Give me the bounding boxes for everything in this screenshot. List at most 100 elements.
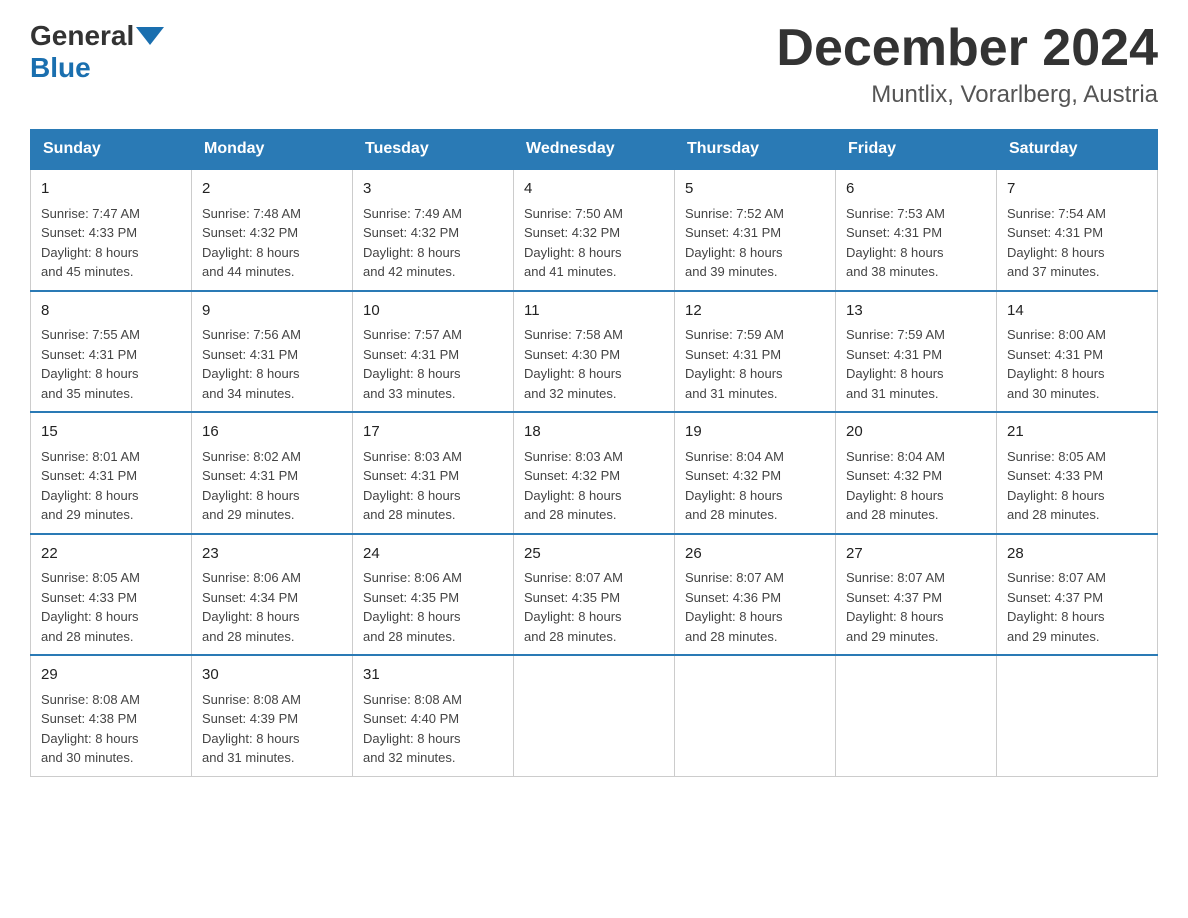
day-number: 22: [41, 543, 181, 566]
day-info: Sunrise: 7:47 AMSunset: 4:33 PMDaylight:…: [41, 206, 140, 280]
calendar-cell: 13 Sunrise: 7:59 AMSunset: 4:31 PMDaylig…: [836, 291, 997, 413]
calendar-cell: 10 Sunrise: 7:57 AMSunset: 4:31 PMDaylig…: [353, 291, 514, 413]
day-info: Sunrise: 8:01 AMSunset: 4:31 PMDaylight:…: [41, 449, 140, 523]
day-number: 17: [363, 421, 503, 444]
day-info: Sunrise: 7:49 AMSunset: 4:32 PMDaylight:…: [363, 206, 462, 280]
day-number: 2: [202, 178, 342, 201]
logo: General Blue: [30, 20, 166, 84]
day-info: Sunrise: 7:52 AMSunset: 4:31 PMDaylight:…: [685, 206, 784, 280]
calendar-cell: 11 Sunrise: 7:58 AMSunset: 4:30 PMDaylig…: [514, 291, 675, 413]
calendar-title: December 2024: [776, 20, 1158, 77]
day-info: Sunrise: 7:59 AMSunset: 4:31 PMDaylight:…: [846, 327, 945, 401]
page-header: General Blue December 2024 Muntlix, Vora…: [30, 20, 1158, 109]
day-number: 15: [41, 421, 181, 444]
header-day-sunday: Sunday: [31, 130, 192, 170]
day-number: 21: [1007, 421, 1147, 444]
day-number: 27: [846, 543, 986, 566]
day-info: Sunrise: 7:57 AMSunset: 4:31 PMDaylight:…: [363, 327, 462, 401]
day-info: Sunrise: 8:07 AMSunset: 4:37 PMDaylight:…: [1007, 570, 1106, 644]
calendar-cell: 17 Sunrise: 8:03 AMSunset: 4:31 PMDaylig…: [353, 412, 514, 534]
calendar-cell: 5 Sunrise: 7:52 AMSunset: 4:31 PMDayligh…: [675, 169, 836, 291]
day-number: 4: [524, 178, 664, 201]
day-number: 9: [202, 300, 342, 323]
day-number: 28: [1007, 543, 1147, 566]
day-info: Sunrise: 7:58 AMSunset: 4:30 PMDaylight:…: [524, 327, 623, 401]
day-info: Sunrise: 8:08 AMSunset: 4:40 PMDaylight:…: [363, 692, 462, 766]
day-number: 11: [524, 300, 664, 323]
logo-blue-text: Blue: [30, 52, 91, 83]
calendar-cell: 1 Sunrise: 7:47 AMSunset: 4:33 PMDayligh…: [31, 169, 192, 291]
calendar-cell: [514, 655, 675, 776]
calendar-week-1: 1 Sunrise: 7:47 AMSunset: 4:33 PMDayligh…: [31, 169, 1158, 291]
day-number: 18: [524, 421, 664, 444]
calendar-table: SundayMondayTuesdayWednesdayThursdayFrid…: [30, 129, 1158, 777]
calendar-cell: 6 Sunrise: 7:53 AMSunset: 4:31 PMDayligh…: [836, 169, 997, 291]
day-number: 30: [202, 664, 342, 687]
calendar-cell: 31 Sunrise: 8:08 AMSunset: 4:40 PMDaylig…: [353, 655, 514, 776]
day-number: 31: [363, 664, 503, 687]
calendar-cell: 30 Sunrise: 8:08 AMSunset: 4:39 PMDaylig…: [192, 655, 353, 776]
calendar-cell: 12 Sunrise: 7:59 AMSunset: 4:31 PMDaylig…: [675, 291, 836, 413]
calendar-week-5: 29 Sunrise: 8:08 AMSunset: 4:38 PMDaylig…: [31, 655, 1158, 776]
calendar-header-row: SundayMondayTuesdayWednesdayThursdayFrid…: [31, 130, 1158, 170]
calendar-cell: 9 Sunrise: 7:56 AMSunset: 4:31 PMDayligh…: [192, 291, 353, 413]
calendar-cell: 21 Sunrise: 8:05 AMSunset: 4:33 PMDaylig…: [997, 412, 1158, 534]
day-number: 16: [202, 421, 342, 444]
header-day-tuesday: Tuesday: [353, 130, 514, 170]
day-number: 13: [846, 300, 986, 323]
calendar-body: 1 Sunrise: 7:47 AMSunset: 4:33 PMDayligh…: [31, 169, 1158, 776]
calendar-cell: 16 Sunrise: 8:02 AMSunset: 4:31 PMDaylig…: [192, 412, 353, 534]
day-info: Sunrise: 8:07 AMSunset: 4:36 PMDaylight:…: [685, 570, 784, 644]
header-day-saturday: Saturday: [997, 130, 1158, 170]
day-number: 29: [41, 664, 181, 687]
calendar-cell: 15 Sunrise: 8:01 AMSunset: 4:31 PMDaylig…: [31, 412, 192, 534]
day-info: Sunrise: 8:04 AMSunset: 4:32 PMDaylight:…: [846, 449, 945, 523]
day-info: Sunrise: 8:05 AMSunset: 4:33 PMDaylight:…: [41, 570, 140, 644]
calendar-cell: 24 Sunrise: 8:06 AMSunset: 4:35 PMDaylig…: [353, 534, 514, 656]
day-number: 12: [685, 300, 825, 323]
calendar-cell: 25 Sunrise: 8:07 AMSunset: 4:35 PMDaylig…: [514, 534, 675, 656]
day-info: Sunrise: 8:04 AMSunset: 4:32 PMDaylight:…: [685, 449, 784, 523]
calendar-cell: [675, 655, 836, 776]
day-number: 26: [685, 543, 825, 566]
day-info: Sunrise: 8:05 AMSunset: 4:33 PMDaylight:…: [1007, 449, 1106, 523]
calendar-cell: 8 Sunrise: 7:55 AMSunset: 4:31 PMDayligh…: [31, 291, 192, 413]
header-day-wednesday: Wednesday: [514, 130, 675, 170]
calendar-cell: [836, 655, 997, 776]
calendar-cell: 4 Sunrise: 7:50 AMSunset: 4:32 PMDayligh…: [514, 169, 675, 291]
day-number: 19: [685, 421, 825, 444]
day-info: Sunrise: 7:55 AMSunset: 4:31 PMDaylight:…: [41, 327, 140, 401]
calendar-cell: 7 Sunrise: 7:54 AMSunset: 4:31 PMDayligh…: [997, 169, 1158, 291]
calendar-week-4: 22 Sunrise: 8:05 AMSunset: 4:33 PMDaylig…: [31, 534, 1158, 656]
header-day-monday: Monday: [192, 130, 353, 170]
day-info: Sunrise: 7:54 AMSunset: 4:31 PMDaylight:…: [1007, 206, 1106, 280]
day-info: Sunrise: 8:03 AMSunset: 4:31 PMDaylight:…: [363, 449, 462, 523]
day-info: Sunrise: 7:50 AMSunset: 4:32 PMDaylight:…: [524, 206, 623, 280]
calendar-cell: 2 Sunrise: 7:48 AMSunset: 4:32 PMDayligh…: [192, 169, 353, 291]
calendar-cell: 28 Sunrise: 8:07 AMSunset: 4:37 PMDaylig…: [997, 534, 1158, 656]
calendar-cell: 20 Sunrise: 8:04 AMSunset: 4:32 PMDaylig…: [836, 412, 997, 534]
calendar-cell: 23 Sunrise: 8:06 AMSunset: 4:34 PMDaylig…: [192, 534, 353, 656]
day-number: 3: [363, 178, 503, 201]
day-number: 24: [363, 543, 503, 566]
day-number: 20: [846, 421, 986, 444]
calendar-cell: 19 Sunrise: 8:04 AMSunset: 4:32 PMDaylig…: [675, 412, 836, 534]
day-number: 14: [1007, 300, 1147, 323]
calendar-cell: 18 Sunrise: 8:03 AMSunset: 4:32 PMDaylig…: [514, 412, 675, 534]
day-number: 6: [846, 178, 986, 201]
calendar-cell: 29 Sunrise: 8:08 AMSunset: 4:38 PMDaylig…: [31, 655, 192, 776]
day-info: Sunrise: 8:08 AMSunset: 4:39 PMDaylight:…: [202, 692, 301, 766]
day-info: Sunrise: 8:06 AMSunset: 4:35 PMDaylight:…: [363, 570, 462, 644]
day-number: 5: [685, 178, 825, 201]
day-info: Sunrise: 7:56 AMSunset: 4:31 PMDaylight:…: [202, 327, 301, 401]
title-block: December 2024 Muntlix, Vorarlberg, Austr…: [776, 20, 1158, 109]
day-number: 7: [1007, 178, 1147, 201]
calendar-cell: 27 Sunrise: 8:07 AMSunset: 4:37 PMDaylig…: [836, 534, 997, 656]
day-number: 10: [363, 300, 503, 323]
logo-general-text: General: [30, 20, 134, 52]
day-info: Sunrise: 8:03 AMSunset: 4:32 PMDaylight:…: [524, 449, 623, 523]
day-number: 23: [202, 543, 342, 566]
logo-triangle-icon: [136, 27, 164, 45]
day-info: Sunrise: 8:00 AMSunset: 4:31 PMDaylight:…: [1007, 327, 1106, 401]
header-day-friday: Friday: [836, 130, 997, 170]
